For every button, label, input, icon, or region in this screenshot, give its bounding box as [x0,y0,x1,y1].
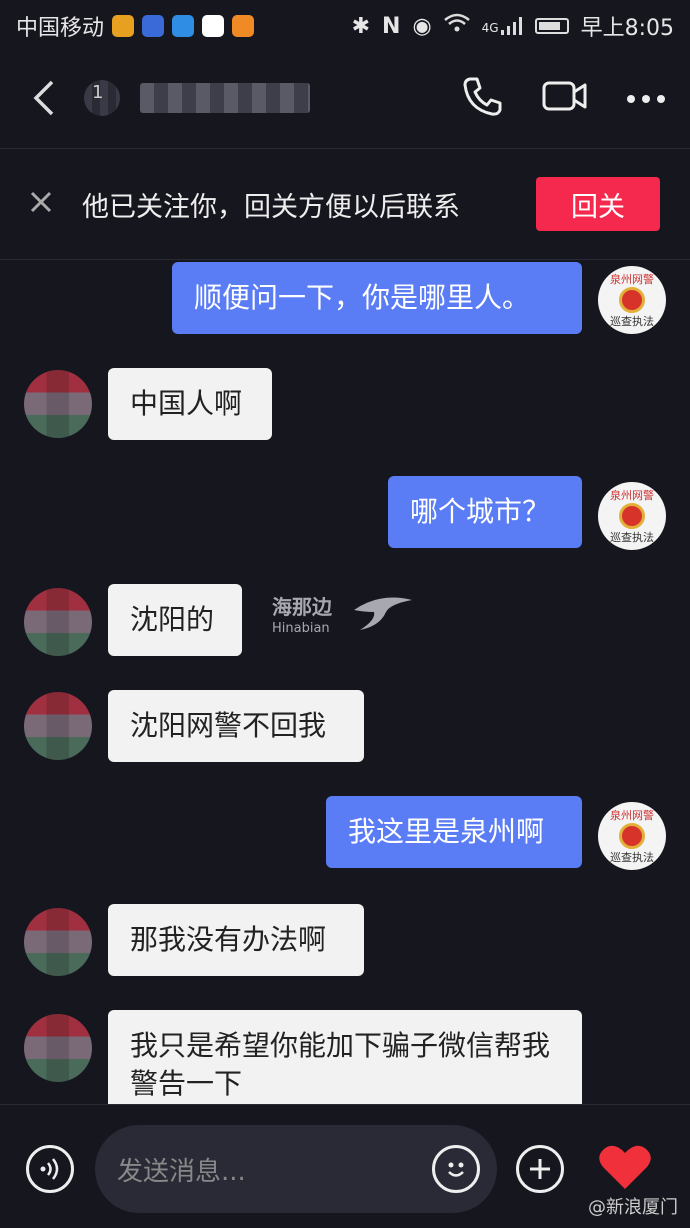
smiley-icon [448,1162,464,1177]
sender-avatar[interactable] [24,588,92,656]
police-avatar-top-text: 泉州网警 [610,809,654,822]
video-camera-icon [542,81,587,111]
police-emblem-icon [619,503,645,529]
contact-name-blurred [140,83,310,113]
police-emblem-icon [619,287,645,313]
message-bubble-outgoing[interactable]: 我这里是泉州啊 [326,796,582,868]
signal-icon: 4G [482,17,523,35]
police-avatar[interactable]: 泉州网警 巡查执法 [598,266,666,334]
close-icon [30,191,52,213]
police-avatar-top-text: 泉州网警 [610,273,654,286]
message-input-bar: 发送消息... [0,1104,690,1228]
back-button[interactable] [24,73,64,123]
message-bubble-outgoing[interactable]: 哪个城市？ [388,476,582,548]
voice-input-button[interactable] [26,1145,74,1193]
video-call-button[interactable] [542,79,588,117]
capcut-app-icon [202,15,225,37]
sender-avatar[interactable] [24,370,92,438]
app-icon [172,15,195,37]
bird-logo-icon [354,597,412,630]
watermark-main-text: 海那边 [272,595,332,619]
emoji-button[interactable] [432,1145,480,1193]
eye-icon: ◉ [412,13,432,39]
police-avatar-bottom-text: 巡查执法 [610,851,654,864]
plus-icon [530,1159,550,1179]
police-emblem-icon [619,823,645,849]
baidu-app-icon [142,15,165,37]
follow-back-banner: 他已关注你，回关方便以后联系 回关 [0,148,690,260]
police-avatar-bottom-text: 巡查执法 [610,315,654,328]
sender-avatar[interactable] [24,1014,92,1082]
message-clip: 我只是希望你能加下骗子微信帮我警告一下 [108,1010,582,1104]
watermark-sub-text: Hinabian [272,621,330,636]
clock-label: 早上8:05 [580,16,674,41]
hinabian-watermark: 海那边 Hinabian [272,596,332,640]
message-bubble-outgoing[interactable]: 顺便问一下，你是哪里人。 [172,262,582,334]
police-avatar[interactable]: 泉州网警 巡查执法 [598,802,666,870]
message-bubble-incoming[interactable]: 沈阳网警不回我 [108,690,364,762]
sender-avatar[interactable] [24,908,92,976]
phone-icon [463,77,502,116]
chat-header: 1 [0,52,690,144]
network-type-label: 4G [481,21,499,35]
battery-icon [534,18,569,34]
phone-call-button[interactable] [462,75,504,121]
message-bubble-incoming[interactable]: 沈阳的 [108,584,242,656]
follow-back-button[interactable]: 回关 [536,177,660,231]
source-credit: @新浪厦门 [588,1197,678,1218]
bluetooth-icon: ✱ [351,13,371,39]
sender-avatar[interactable] [24,692,92,760]
police-avatar[interactable]: 泉州网警 巡查执法 [598,482,666,550]
nfc-icon: N [382,13,401,39]
message-bubble-incoming[interactable]: 那我没有办法啊 [108,904,364,976]
police-avatar-bottom-text: 巡查执法 [610,531,654,544]
more-options-button[interactable] [626,89,666,108]
heart-like-icon[interactable] [598,1143,652,1191]
chevron-left-icon [33,80,54,116]
status-bar: 中国移动 ✱ N ◉ 4G 早上8:05 [0,0,690,52]
weibo-app-icon [112,15,135,37]
carrier-label: 中国移动 [16,16,105,41]
voice-waves-icon [40,1158,59,1180]
follow-banner-text: 他已关注你，回关方便以后联系 [82,191,460,223]
unread-badge: 1 [92,82,104,103]
wifi-icon [443,13,470,39]
video-app-icon [232,15,255,37]
message-bubble-incoming[interactable]: 中国人啊 [108,368,272,440]
close-banner-button[interactable] [30,191,52,217]
message-bubble-incoming[interactable]: 我只是希望你能加下骗子微信帮我警告一下 [108,1010,582,1104]
more-dots-icon [627,94,665,103]
police-avatar-top-text: 泉州网警 [610,489,654,502]
add-attachment-button[interactable] [516,1145,564,1193]
message-input-placeholder: 发送消息... [117,1156,246,1187]
